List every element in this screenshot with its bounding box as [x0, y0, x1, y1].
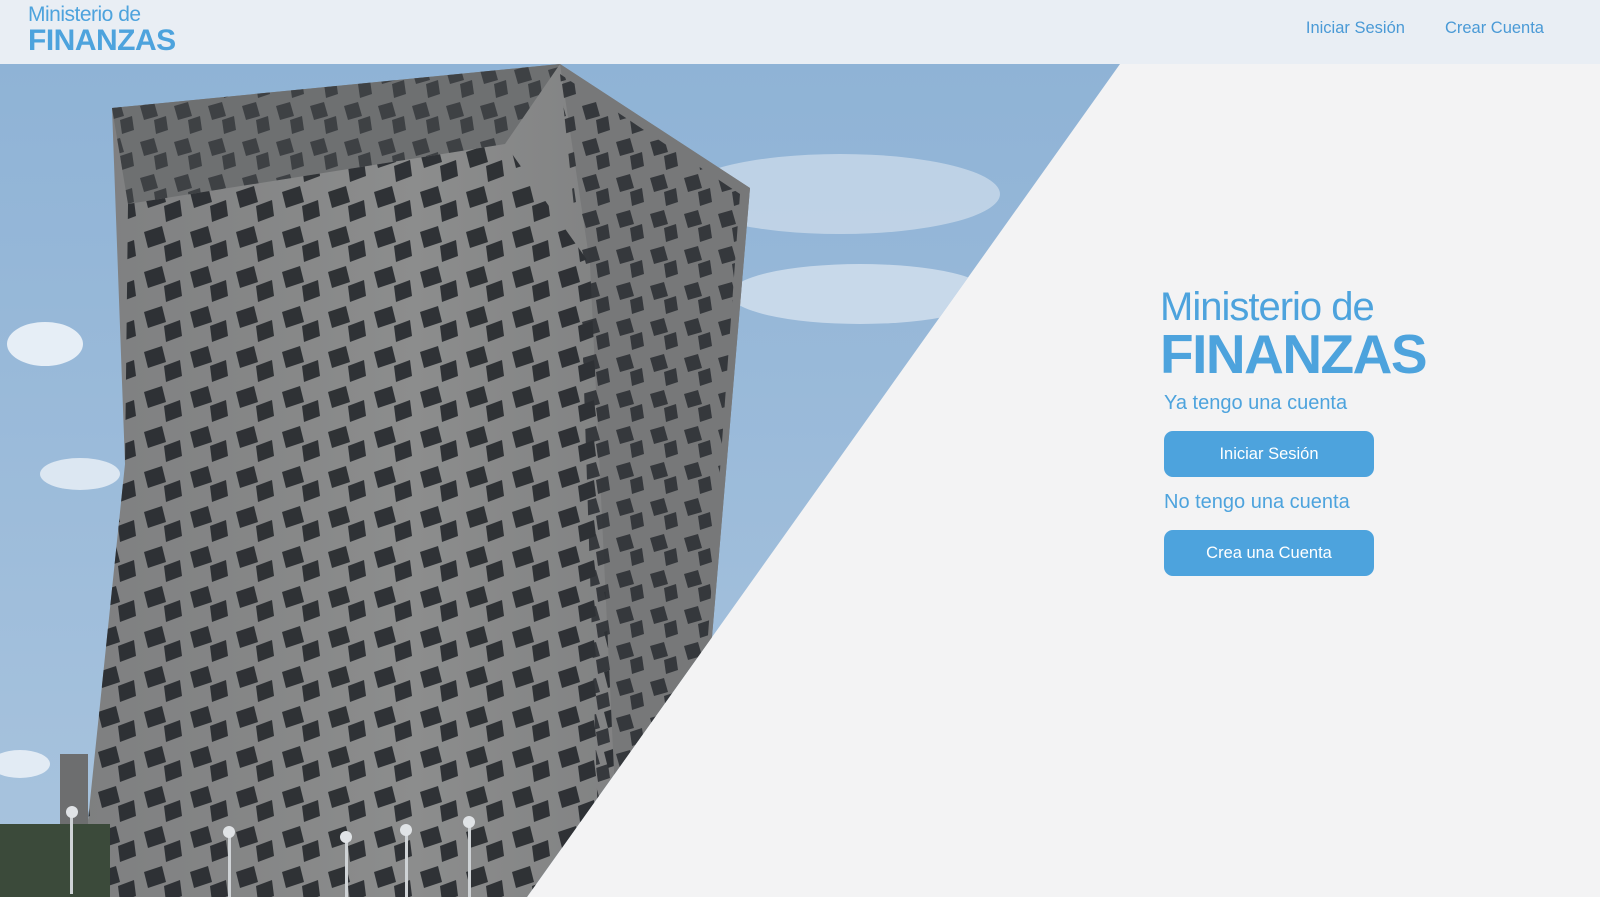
- main-logo-line2: FINANZAS: [1160, 323, 1428, 385]
- have-account-text: Ya tengo una cuenta: [1164, 392, 1348, 414]
- nav-register-link[interactable]: Crear Cuenta: [1445, 19, 1544, 38]
- login-button[interactable]: Iniciar Sesión: [1164, 431, 1374, 477]
- hero-section: Ministerio de FINANZAS Ya tengo una cuen…: [0, 64, 1600, 897]
- main-logo-line1: Ministerio de: [1160, 285, 1375, 329]
- main-logo: Ministerio de FINANZAS: [1160, 287, 1460, 382]
- header-logo[interactable]: Ministerio de FINANZAS: [28, 4, 176, 56]
- top-navbar: Ministerio de FINANZAS Iniciar Sesión Cr…: [0, 0, 1600, 64]
- no-account-text: No tengo una cuenta: [1164, 491, 1350, 513]
- header-nav: Iniciar Sesión Crear Cuenta: [1306, 19, 1544, 38]
- create-account-button[interactable]: Crea una Cuenta: [1164, 530, 1374, 576]
- nav-login-link[interactable]: Iniciar Sesión: [1306, 19, 1405, 38]
- header-logo-line2: FINANZAS: [28, 24, 176, 57]
- auth-panel: Ministerio de FINANZAS Ya tengo una cuen…: [1160, 287, 1460, 576]
- header-logo-line1: Ministerio de: [28, 3, 141, 26]
